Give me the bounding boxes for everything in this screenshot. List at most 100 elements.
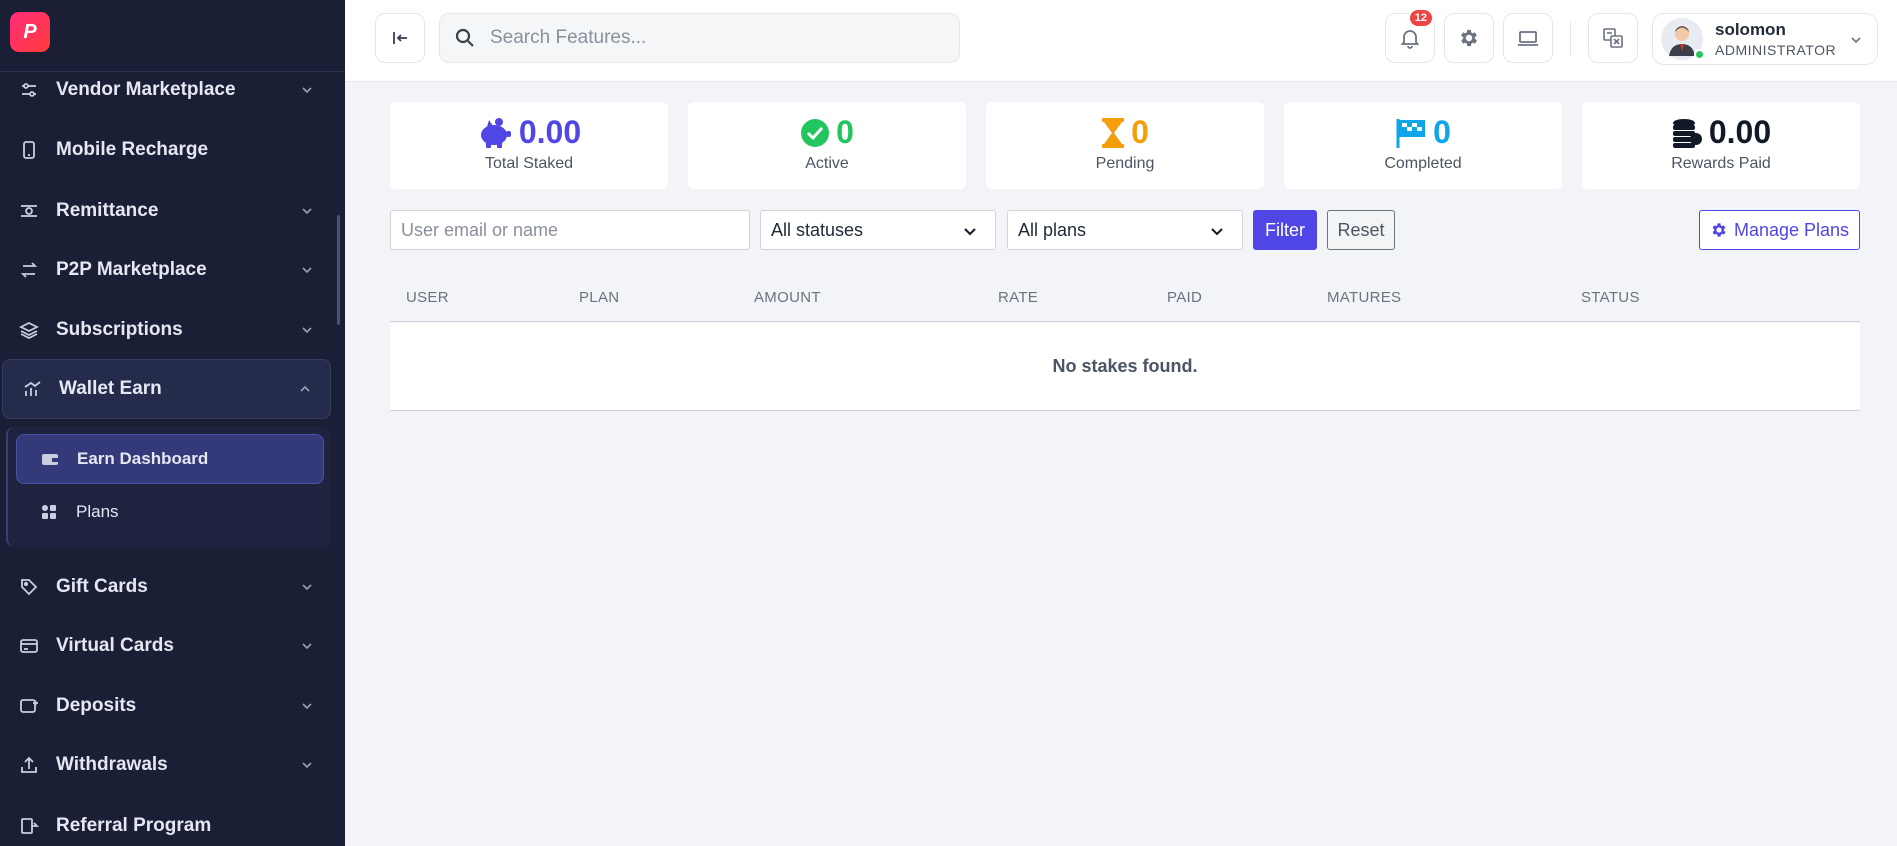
column-header-plan[interactable]: PLAN bbox=[579, 289, 619, 306]
search-icon bbox=[455, 28, 474, 47]
stat-value: 0.00 bbox=[518, 114, 582, 150]
online-status-dot bbox=[1694, 49, 1705, 60]
sidebar-item-wallet-earn[interactable]: Wallet Earn bbox=[2, 359, 331, 419]
sidebar-item-label: Deposits bbox=[56, 695, 137, 716]
sidebar-item-gift-cards[interactable]: Gift Cards bbox=[0, 563, 332, 611]
sidebar-item-deposits[interactable]: Deposits bbox=[0, 682, 332, 730]
manage-plans-button[interactable]: Manage Plans bbox=[1699, 210, 1860, 250]
sidebar-item-label: Gift Cards bbox=[56, 576, 148, 597]
stat-card-rewards-paid: 0.00 Rewards Paid bbox=[1582, 102, 1860, 189]
stat-label: Rewards Paid bbox=[1671, 155, 1771, 172]
stat-value: 0 bbox=[1433, 114, 1451, 150]
chevron-down-icon bbox=[1851, 37, 1861, 44]
wallet-earn-submenu: Earn Dashboard Plans bbox=[6, 427, 331, 547]
stat-card-pending: 0 Pending bbox=[986, 102, 1264, 189]
flag-icon bbox=[1396, 118, 1426, 148]
sidebar-item-p2p-marketplace[interactable]: P2P Marketplace bbox=[0, 246, 332, 294]
sidebar-item-remittance[interactable]: Remittance bbox=[0, 187, 332, 235]
card-icon bbox=[18, 635, 40, 657]
chart-icon bbox=[21, 378, 43, 400]
sidebar-item-withdrawals[interactable]: Withdrawals bbox=[0, 741, 332, 789]
user-search-input[interactable] bbox=[390, 210, 750, 250]
stat-label: Total Staked bbox=[484, 155, 574, 172]
sidebar-item-label: Vendor Marketplace bbox=[56, 79, 236, 100]
chevron-down-icon bbox=[1211, 228, 1223, 236]
manage-plans-label: Manage Plans bbox=[1733, 219, 1850, 240]
sidebar-item-label: Wallet Earn bbox=[59, 378, 162, 399]
sidebar-item-label: Subscriptions bbox=[56, 319, 183, 340]
gear-icon bbox=[1461, 29, 1477, 47]
sidebar-item-virtual-cards[interactable]: Virtual Cards bbox=[0, 622, 332, 670]
search-input[interactable] bbox=[490, 27, 930, 49]
avatar bbox=[1661, 18, 1705, 60]
sidebar-item-referral-program[interactable]: Referral Program bbox=[0, 802, 332, 846]
stat-value: 0 bbox=[1131, 114, 1149, 150]
sidebar-item-subscriptions[interactable]: Subscriptions bbox=[0, 306, 332, 354]
referral-icon bbox=[18, 815, 40, 837]
settings-button[interactable] bbox=[1444, 13, 1494, 63]
chevron-up-icon bbox=[300, 385, 310, 392]
stat-value: 0.00 bbox=[1708, 114, 1772, 150]
stakes-table-header: USER PLAN AMOUNT RATE PAID MATURES STATU… bbox=[390, 276, 1860, 322]
stat-label: Completed bbox=[1384, 155, 1462, 172]
stat-card-active: 0 Active bbox=[688, 102, 966, 189]
user-menu[interactable]: solomon ADMINISTRATOR bbox=[1652, 13, 1878, 65]
coins-icon bbox=[1672, 118, 1702, 148]
app-logo[interactable]: P bbox=[10, 12, 50, 52]
status-select-value: All statuses bbox=[771, 219, 864, 240]
sidebar-subitem-label: Plans bbox=[76, 502, 119, 521]
stat-card-completed: 0 Completed bbox=[1284, 102, 1562, 189]
column-header-status[interactable]: STATUS bbox=[1581, 289, 1640, 306]
sidebar-item-label: P2P Marketplace bbox=[56, 259, 207, 280]
chevron-down-icon bbox=[302, 643, 312, 650]
column-header-matures[interactable]: MATURES bbox=[1327, 289, 1401, 306]
top-bar: 12 solomon ADMINISTRATOR bbox=[345, 0, 1897, 82]
layers-icon bbox=[18, 319, 40, 341]
reset-button[interactable]: Reset bbox=[1327, 210, 1395, 250]
notifications-button[interactable]: 12 bbox=[1385, 10, 1435, 63]
plan-select[interactable]: All plans bbox=[1007, 210, 1243, 250]
sidebar-subitem-earn-dashboard[interactable]: Earn Dashboard bbox=[16, 434, 324, 484]
piggy-bank-icon bbox=[480, 117, 511, 148]
toolbar-divider bbox=[1570, 22, 1571, 56]
user-role: ADMINISTRATOR bbox=[1715, 42, 1837, 58]
stat-label: Pending bbox=[1095, 155, 1155, 172]
column-header-rate[interactable]: RATE bbox=[998, 289, 1038, 306]
sidebar-item-mobile-recharge[interactable]: Mobile Recharge bbox=[0, 126, 332, 174]
column-header-amount[interactable]: AMOUNT bbox=[754, 289, 821, 306]
chevron-down-icon bbox=[302, 762, 312, 769]
user-name: solomon bbox=[1715, 20, 1786, 39]
column-header-paid[interactable]: PAID bbox=[1167, 289, 1202, 306]
sidebar-subitem-label: Earn Dashboard bbox=[77, 449, 209, 468]
sidebar-item-label: Mobile Recharge bbox=[56, 139, 209, 160]
logo-bar: P bbox=[0, 0, 345, 72]
exchange-icon bbox=[18, 259, 40, 281]
chevron-down-icon bbox=[302, 208, 312, 215]
translate-icon bbox=[1603, 28, 1623, 48]
tag-icon bbox=[18, 576, 40, 598]
chevron-down-icon bbox=[302, 87, 312, 94]
column-header-user[interactable]: USER bbox=[406, 289, 449, 306]
upload-icon bbox=[18, 754, 40, 776]
sidebar-subitem-plans[interactable]: Plans bbox=[16, 487, 324, 537]
grid-icon bbox=[40, 503, 58, 521]
filter-button[interactable]: Filter bbox=[1253, 210, 1317, 250]
phone-icon bbox=[18, 139, 40, 161]
money-transfer-icon bbox=[18, 200, 40, 222]
deposit-icon bbox=[18, 695, 40, 717]
laptop-icon bbox=[1518, 31, 1538, 46]
language-button[interactable] bbox=[1588, 13, 1638, 63]
collapse-sidebar-button[interactable] bbox=[375, 13, 425, 63]
sidebar-scrollbar[interactable] bbox=[337, 215, 340, 325]
plan-select-value: All plans bbox=[1018, 219, 1087, 240]
wallet-icon bbox=[41, 450, 59, 468]
chevron-down-icon bbox=[302, 267, 312, 274]
sidebar-item-vendor-marketplace[interactable]: Vendor Marketplace bbox=[0, 66, 332, 114]
sidebar-item-label: Remittance bbox=[56, 200, 159, 221]
chevron-down-icon bbox=[302, 703, 312, 710]
status-select[interactable]: All statuses bbox=[760, 210, 996, 250]
stat-label: Active bbox=[805, 155, 849, 172]
display-button[interactable] bbox=[1503, 13, 1553, 63]
chevron-down-icon bbox=[964, 228, 976, 236]
sidebar-item-label: Withdrawals bbox=[56, 754, 168, 775]
